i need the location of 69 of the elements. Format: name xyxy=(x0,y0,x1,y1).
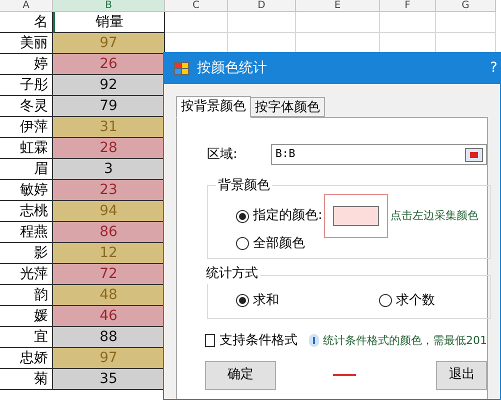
radio-button[interactable] xyxy=(236,294,249,308)
table-cell: 28 xyxy=(53,138,165,159)
radio-label[interactable]: 求和 xyxy=(253,291,279,310)
table-cell: 敏婷 xyxy=(0,180,53,201)
exit-button[interactable]: 退出 xyxy=(436,360,487,390)
column-header[interactable]: B xyxy=(53,0,165,12)
table-cell: 程燕 xyxy=(0,222,53,243)
info-icon xyxy=(309,334,319,348)
table-cell: 光萍 xyxy=(0,264,53,285)
radio-button[interactable] xyxy=(236,210,249,222)
table-cell: 94 xyxy=(53,201,165,222)
table-cell: 子彤 xyxy=(0,75,53,96)
field-label: 区域: xyxy=(207,146,238,164)
table-cell: 影 xyxy=(0,243,53,264)
table-cell: 97 xyxy=(53,33,165,54)
window-title: 按颜色统计 xyxy=(197,59,267,78)
ok-button[interactable]: 确定 xyxy=(205,360,276,390)
table-cell: 婷 xyxy=(0,54,53,75)
table-cell: 97 xyxy=(53,348,165,369)
table-cell: 美丽 xyxy=(0,33,53,54)
table-cell: 31 xyxy=(53,117,165,138)
table-cell: 86 xyxy=(53,222,165,243)
table-cell: 48 xyxy=(53,285,165,306)
table-cell: 12 xyxy=(53,243,165,264)
table-cell: 韵 xyxy=(0,285,53,306)
table-cell: 忠娇 xyxy=(0,348,53,369)
tab[interactable]: 按字体颜色 xyxy=(251,97,325,117)
table-cell: 92 xyxy=(53,75,165,96)
hint-text: 点击左边采集颜色 xyxy=(390,208,478,224)
table-cell: 菊 xyxy=(0,369,53,390)
table-cell: 26 xyxy=(53,54,165,75)
color-swatch[interactable] xyxy=(333,206,380,226)
table-cell: 志桃 xyxy=(0,201,53,222)
radio-button[interactable] xyxy=(379,294,392,308)
table-cell: 72 xyxy=(53,264,165,285)
range-field[interactable]: B:B xyxy=(271,144,487,165)
table-cell: 23 xyxy=(53,180,165,201)
annotation-dash xyxy=(332,374,356,376)
column-header[interactable]: D xyxy=(228,0,296,12)
table-cell: 眉 xyxy=(0,159,53,180)
table-cell: 冬灵 xyxy=(0,96,53,117)
table-cell: 销量 xyxy=(53,12,165,33)
table-cell: 35 xyxy=(53,369,165,390)
group-legend: 统计方式 xyxy=(204,264,260,284)
column-header[interactable]: C xyxy=(165,0,228,12)
column-header[interactable]: E xyxy=(296,0,380,12)
column-header[interactable]: G xyxy=(436,0,496,12)
table-cell: 3 xyxy=(53,159,165,180)
table-cell: 79 xyxy=(53,96,165,117)
app-icon xyxy=(174,62,189,75)
table-cell: 名 xyxy=(0,12,53,33)
table-cell: 88 xyxy=(53,327,165,348)
range-picker-icon[interactable] xyxy=(465,148,483,162)
table-cell: 46 xyxy=(53,306,165,327)
radio-label[interactable]: 全部颜色 xyxy=(253,234,305,254)
tab[interactable]: 按背景颜色 xyxy=(176,96,251,118)
column-header[interactable]: A xyxy=(0,0,53,12)
radio-label[interactable]: 指定的颜色: xyxy=(253,206,322,226)
checkbox-label[interactable]: 支持条件格式 xyxy=(219,331,298,350)
info-text: 统计条件格式的颜色，需最低201 xyxy=(323,332,487,348)
radio-label[interactable]: 求个数 xyxy=(396,291,435,310)
checkbox[interactable] xyxy=(205,334,216,348)
radio-button[interactable] xyxy=(236,237,249,250)
help-button[interactable]: ? xyxy=(490,58,498,79)
table-cell: 伊萍 xyxy=(0,117,53,138)
table-cell: 宜 xyxy=(0,327,53,348)
column-header[interactable]: F xyxy=(380,0,436,12)
table-cell: 媛 xyxy=(0,306,53,327)
table-cell: 虹霖 xyxy=(0,138,53,159)
